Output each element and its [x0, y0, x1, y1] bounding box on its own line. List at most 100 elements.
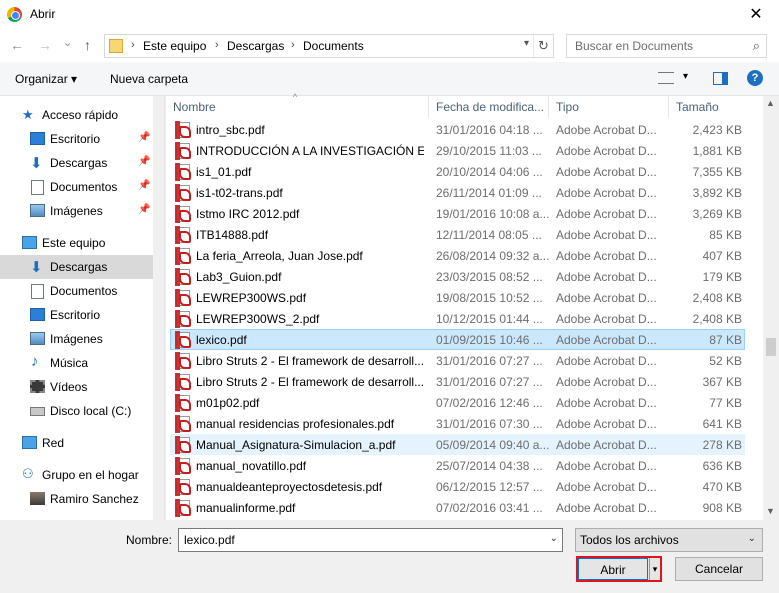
sidebar-item-documentos-pc[interactable]: Documentos	[0, 279, 153, 303]
table-row[interactable]: LEWREP300WS.pdf 19/08/2015 10:52 ... Adobe…	[170, 287, 745, 308]
organize-button[interactable]: Organizar ▾	[15, 72, 77, 86]
table-row[interactable]: Libro Struts 2 - El framework de desarro…	[170, 371, 745, 392]
file-type-cell: Adobe Acrobat D...	[556, 144, 657, 158]
table-row[interactable]: lexico.pdf 01/09/2015 10:46 ... Adobe Acro…	[170, 329, 745, 350]
sidebar-item-red[interactable]: Red	[0, 431, 153, 455]
sidebar-item-musica[interactable]: ♪ Música	[0, 351, 153, 375]
table-row[interactable]: is1-t02-trans.pdf 26/11/2014 01:09 ... Ado…	[170, 182, 745, 203]
view-options-icon[interactable]	[658, 72, 674, 84]
sidebar-scrollbar[interactable]	[153, 96, 164, 520]
pin-icon[interactable]: 📌	[138, 156, 150, 167]
sidebar-item-videos[interactable]: Vídeos	[0, 375, 153, 399]
file-name-cell: manualdeanteproyectosdetesis.pdf	[196, 480, 383, 494]
file-size-cell: 87 KB	[709, 333, 742, 347]
file-name-input[interactable]	[179, 529, 539, 551]
column-header-type[interactable]: Tipo	[549, 96, 669, 118]
table-row[interactable]: m01p02.pdf 07/02/2016 12:46 ... Adobe Acro…	[170, 392, 745, 413]
scroll-up-icon[interactable]: ▲	[766, 98, 775, 108]
help-icon[interactable]: ?	[747, 70, 763, 86]
pdf-file-icon	[175, 226, 191, 244]
breadcrumb-item[interactable]: Documents	[303, 39, 364, 53]
sidebar-item-escritorio-pc[interactable]: Escritorio	[0, 303, 153, 327]
refresh-icon[interactable]: ↻	[533, 35, 553, 57]
file-list: ^ Nombre Fecha de modifica... Tipo Tamañ…	[166, 92, 779, 520]
file-list-scrollbar[interactable]: ▲ ▼	[763, 96, 779, 520]
file-type-cell: Adobe Acrobat D...	[556, 480, 657, 494]
avatar	[30, 492, 45, 505]
search-box[interactable]: ⌕	[566, 34, 767, 58]
table-row[interactable]: intro_sbc.pdf 31/01/2016 04:18 ... Adobe A…	[170, 119, 745, 140]
pin-icon[interactable]: 📌	[138, 204, 150, 215]
file-size-cell: 77 KB	[709, 396, 742, 410]
sidebar-item-descargas-pc[interactable]: ⬇ Descargas	[0, 255, 153, 279]
open-button[interactable]: Abrir	[578, 558, 648, 580]
search-icon: ⌕	[752, 38, 760, 53]
document-icon	[31, 180, 44, 195]
address-bar[interactable]: › Este equipo › Descargas › Documents ▾ …	[104, 34, 554, 58]
table-row[interactable]: Lab3_Guion.pdf 23/03/2015 08:52 ... Adobe …	[170, 266, 745, 287]
desktop-icon	[30, 308, 45, 321]
sidebar-item-label: Ramiro Sanchez	[50, 492, 139, 506]
chevron-down-icon[interactable]: ▾	[524, 38, 529, 49]
file-size-cell: 3,269 KB	[692, 207, 742, 221]
file-size-cell: 2,423 KB	[692, 123, 742, 137]
table-row[interactable]: ITB14888.pdf 12/11/2014 08:05 ... Adobe Ac…	[170, 224, 745, 245]
chevron-down-icon[interactable]: ⌄	[550, 533, 558, 544]
table-row[interactable]: is1_01.pdf 20/10/2014 04:06 ... Adobe Acro…	[170, 161, 745, 182]
scrollbar-thumb[interactable]	[766, 338, 776, 356]
table-row[interactable]: Manual_Asignatura-Simulacion_a.pdf 05/09/…	[170, 434, 745, 455]
sidebar-item-homegroup[interactable]: ⚇ Grupo en el hogar	[0, 463, 153, 487]
recent-locations-icon[interactable]: ⌄	[63, 36, 72, 49]
search-input[interactable]	[567, 35, 737, 57]
pin-icon[interactable]: 📌	[138, 180, 150, 191]
pdf-file-icon	[175, 142, 191, 160]
open-dropdown-icon[interactable]: ▾	[649, 558, 660, 580]
file-date-cell: 07/02/2016 03:41 ...	[436, 501, 543, 515]
file-name-cell: is1_01.pdf	[196, 165, 252, 179]
sidebar-item-descargas[interactable]: ⬇ Descargas 📌	[0, 151, 153, 175]
file-date-cell: 26/11/2014 01:09 ...	[436, 186, 542, 200]
back-arrow-icon[interactable]: ←	[10, 37, 24, 53]
column-header-date[interactable]: Fecha de modifica...	[429, 96, 549, 118]
table-row[interactable]: INTRODUCCIÓN A LA INVESTIGACIÓN E... 29/1…	[170, 140, 745, 161]
new-folder-button[interactable]: Nueva carpeta	[110, 72, 188, 86]
sidebar-item-imagenes-pc[interactable]: Imágenes	[0, 327, 153, 351]
sidebar-item-disco-local[interactable]: Disco local (C:)	[0, 399, 153, 423]
file-date-cell: 31/01/2016 07:30 ...	[436, 417, 543, 431]
chevron-down-icon[interactable]: ▾	[683, 71, 688, 82]
sidebar-item-imagenes[interactable]: Imágenes 📌	[0, 199, 153, 223]
sidebar-item-documentos[interactable]: Documentos 📌	[0, 175, 153, 199]
file-name-combo[interactable]: ⌄	[178, 528, 563, 552]
pdf-file-icon	[175, 289, 191, 307]
scroll-down-icon[interactable]: ▼	[766, 506, 775, 516]
forward-arrow-icon[interactable]: →	[38, 37, 52, 53]
chevron-down-icon: ⌄	[747, 533, 756, 544]
sidebar-item-label: Documentos	[50, 284, 118, 298]
sidebar-item-this-pc[interactable]: Este equipo	[0, 231, 153, 255]
sidebar-item-label: Escritorio	[50, 308, 101, 322]
sidebar-item-user[interactable]: Ramiro Sanchez	[0, 487, 153, 511]
table-row[interactable]: LEWREP300WS_2.pdf 10/12/2015 01:44 ... Ado…	[170, 308, 745, 329]
file-name-cell: is1-t02-trans.pdf	[196, 186, 283, 200]
column-header-name[interactable]: Nombre	[166, 96, 429, 118]
table-row[interactable]: manual_novatillo.pdf 25/07/2014 04:38 ...…	[170, 455, 745, 476]
up-arrow-icon[interactable]: ↑	[84, 37, 91, 53]
preview-pane-icon[interactable]	[713, 72, 728, 85]
table-row[interactable]: manual residencias profesionales.pdf 31/0…	[170, 413, 745, 434]
pin-icon[interactable]: 📌	[138, 132, 150, 143]
column-header-size[interactable]: Tamaño	[669, 96, 763, 118]
sidebar-item-escritorio[interactable]: Escritorio 📌	[0, 127, 153, 151]
table-row[interactable]: La feria_Arreola, Juan Jose.pdf 26/08/201…	[170, 245, 745, 266]
table-row[interactable]: Istmo IRC 2012.pdf 19/01/2016 10:08 a... A…	[170, 203, 745, 224]
cancel-button[interactable]: Cancelar	[675, 557, 763, 581]
sidebar-item-label: Música	[50, 356, 89, 370]
close-icon[interactable]: ✕	[733, 0, 779, 30]
sidebar-item-quick-access[interactable]: ★ Acceso rápido	[0, 103, 153, 127]
table-row[interactable]: manualinforme.pdf 07/02/2016 03:41 ... Ado…	[170, 497, 745, 518]
table-row[interactable]: manualdeanteproyectosdetesis.pdf 06/12/20…	[170, 476, 745, 497]
file-date-cell: 01/09/2015 10:46 ...	[436, 333, 543, 347]
table-row[interactable]: Libro Struts 2 - El framework de desarro…	[170, 350, 745, 371]
breadcrumb-item[interactable]: Este equipo	[143, 39, 206, 53]
breadcrumb-item[interactable]: Descargas	[227, 39, 284, 53]
file-type-select[interactable]: Todos los archivos ⌄	[575, 528, 763, 552]
